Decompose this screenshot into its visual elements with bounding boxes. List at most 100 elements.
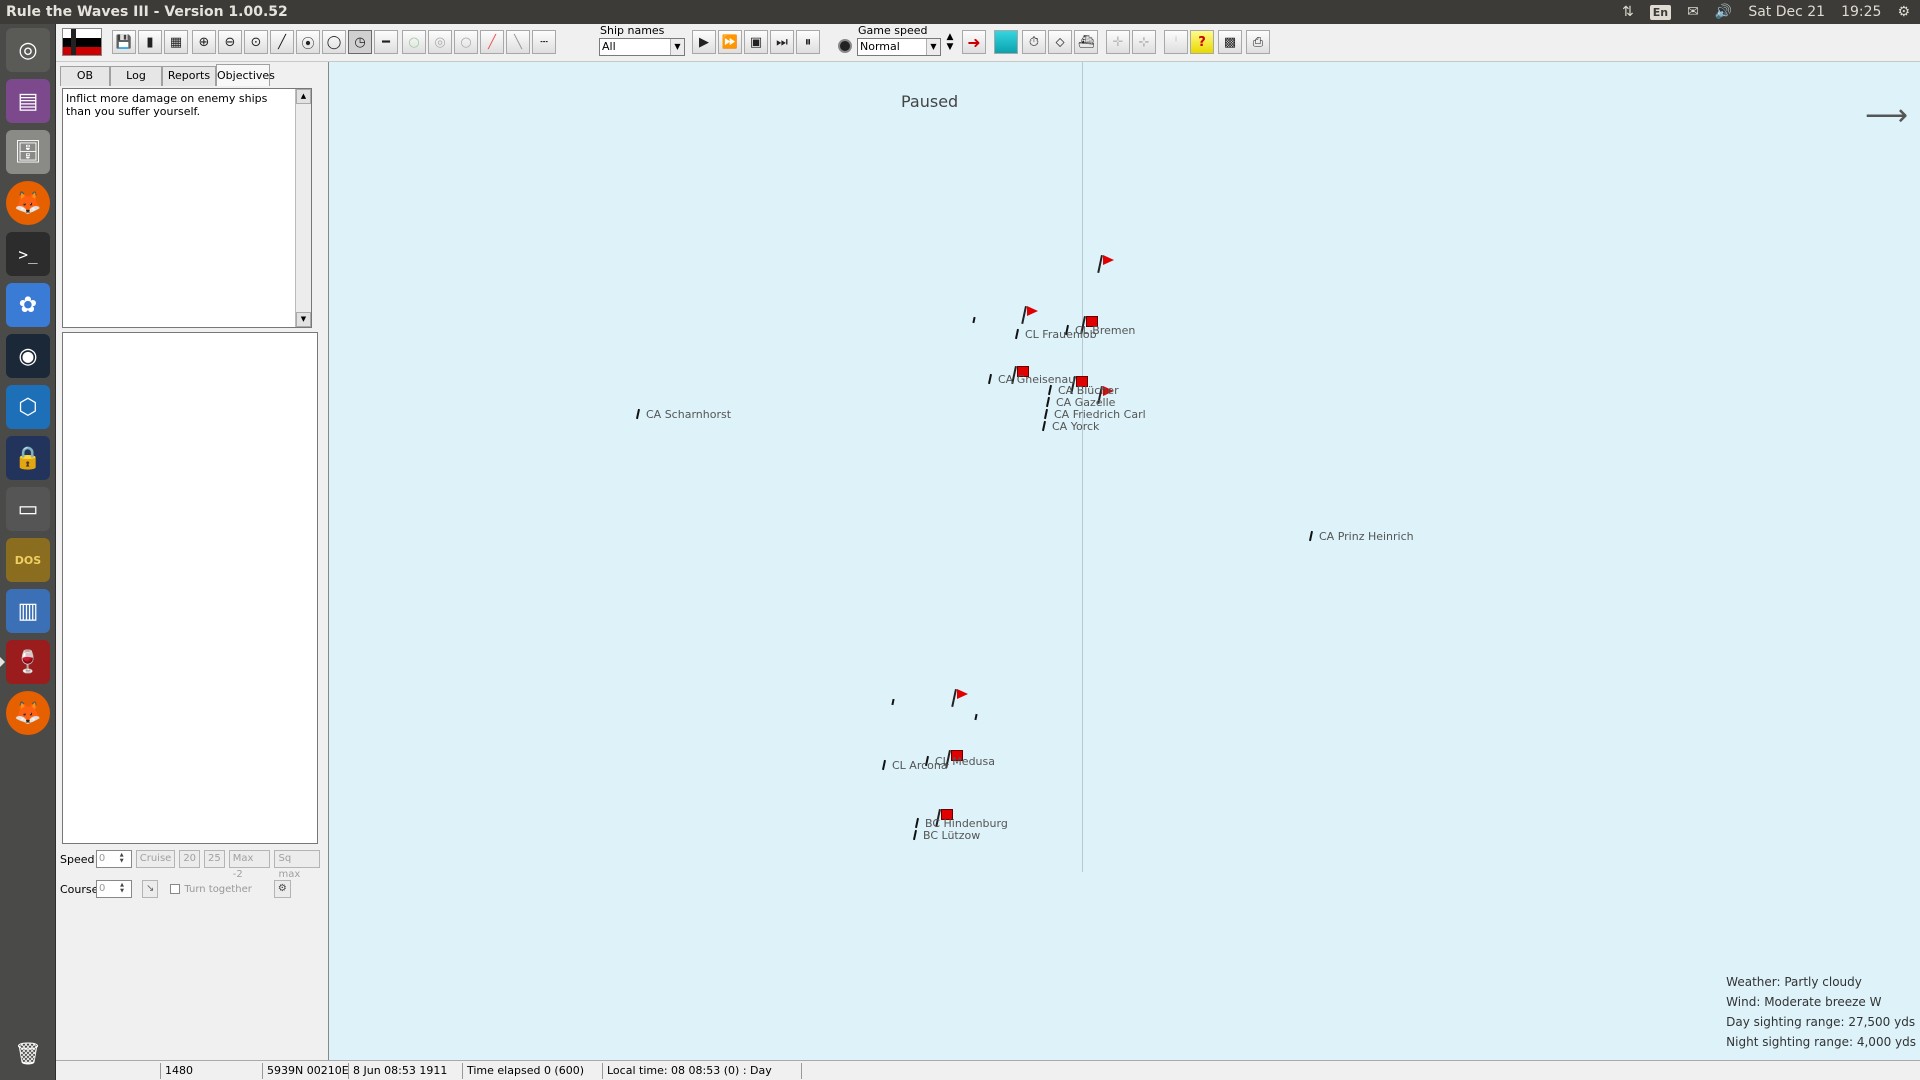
clock-date[interactable]: Sat Dec 21 [1748,4,1825,20]
speed-label: Speed [60,852,95,866]
damage-report-icon[interactable]: ▦ [164,30,188,54]
target-settings-icon[interactable]: ⊹ [1132,30,1156,54]
wine-icon[interactable]: 🍷 [0,640,50,684]
game-speed-label: Game speed [858,24,928,37]
firefox-alt-icon[interactable]: 🦊 [6,691,50,735]
workspace-switcher-icon[interactable]: ▤ [6,79,50,123]
eraser-icon[interactable]: ⬦ [1048,30,1072,54]
speed-cruise-button[interactable]: Cruise [135,850,176,868]
firefox-icon[interactable]: 🦊 [6,181,50,225]
system-top-panel: Rule the Waves III - Version 1.00.52 ⇅ E… [0,0,1920,24]
course-tool-icon[interactable]: ↘ [142,880,159,898]
mail-icon[interactable]: ✉ [1687,4,1699,20]
red-arrow-icon[interactable]: ➜ [962,30,986,54]
step-3-icon[interactable]: ▣ [744,30,768,54]
info-disabled-icon[interactable]: ⁱ [1164,30,1188,54]
dotted-line-icon[interactable]: ┄ [532,30,556,54]
save-icon[interactable]: 💾 [112,30,136,54]
stopwatch-icon[interactable]: ⏱ [1022,30,1046,54]
speed-sqmax-button[interactable]: Sq max [274,850,321,880]
range-circle-green-icon[interactable]: ○ [402,30,426,54]
app-window-icon[interactable]: ▭ [6,487,50,531]
time-elapsed: Time elapsed 0 (600) [462,1063,600,1079]
night-sighting-text: Night sighting range: 4,000 yds [1726,1035,1916,1049]
wind-text: Wind: Moderate breeze W [1726,995,1882,1009]
tab-ob[interactable]: OB [60,66,110,86]
turn-together-checkbox[interactable] [170,884,181,894]
game-window: 💾 ▮ ▦ ⊕ ⊖ ⊙ ╱ ⦿ ◯ ◷ ━ ○ ◎ ○ ╱ ╲ ┄ Ship n… [56,24,1920,1080]
objectives-scrollbar[interactable]: ▲ ▼ [295,89,311,327]
help-icon[interactable]: ? [1190,30,1214,54]
weather-text: Weather: Partly cloudy [1726,975,1862,989]
measure-line-icon[interactable]: ╱ [270,30,294,54]
speed-max2-button[interactable]: Max -2 [228,850,271,880]
gunnery-icon[interactable]: ⦿ [296,30,320,54]
panel-tabs: OB Log Reports Objectives [60,64,275,88]
course-settings-icon[interactable]: ⚙ [273,880,291,898]
record-icon[interactable] [838,39,852,53]
pause-icon[interactable]: ⏸ [796,30,820,54]
local-time: Local time: 08 08:53 (0) : Day [602,1063,802,1079]
zoom-in-icon[interactable]: ⊕ [192,30,216,54]
course-label: Course [60,882,99,896]
zoom-reset-icon[interactable]: ⊙ [244,30,268,54]
exit-door-icon[interactable]: ▮ [138,30,162,54]
ship-names-select[interactable]: All ▼ [599,38,685,56]
ship-names-label: Ship names [600,24,665,37]
tab-reports[interactable]: Reports [162,66,216,86]
shell-track-icon[interactable]: ╲ [506,30,530,54]
speed-25-button[interactable]: 25 [204,850,225,868]
speed-spinner-icon[interactable]: ▲ ▼ [944,32,956,54]
course-controls: Course 0 ↘ Turn together ⚙ [60,880,291,898]
files-icon[interactable]: 🗄 [6,130,50,174]
torpedo-track-icon[interactable]: ╱ [480,30,504,54]
wind-direction-arrow-icon: ⟶ [1864,98,1908,133]
range-circle-icon[interactable]: ◎ [428,30,452,54]
window-title: Rule the Waves III - Version 1.00.52 [6,4,288,20]
dash-home-icon[interactable]: ◎ [6,28,50,72]
network-icon[interactable]: ⇅ [1622,4,1634,20]
tab-log[interactable]: Log [110,66,162,86]
volume-icon[interactable]: 🔊 [1715,4,1732,20]
terminal-icon[interactable]: >_ [6,232,50,276]
ship-label: BC Lützow [923,829,981,842]
sea-view-icon[interactable] [994,30,1018,54]
settings-gear-icon[interactable]: ⚙ [1897,4,1910,20]
screenshot-icon[interactable]: ▩ [1218,30,1242,54]
print-icon[interactable]: ⎙ [1246,30,1270,54]
compass-icon[interactable]: ◯ [322,30,346,54]
speed-spinner[interactable]: 0 [95,850,132,868]
objectives-text-box: Inflict more damage on enemy ships than … [62,88,312,328]
turn-together-label: Turn together [184,883,252,895]
ship-silhouette-icon[interactable]: ⛴ [1074,30,1098,54]
nation-flag-icon[interactable] [62,28,102,56]
clock-time[interactable]: 19:25 [1841,4,1881,20]
course-spinner[interactable]: 0 [96,880,132,898]
virtualbox-icon[interactable]: ⬡ [6,385,50,429]
status-bar: 1480 5939N 00210E 8 Jun 08:53 1911 Time … [56,1060,1920,1080]
visibility-circle-icon[interactable]: ○ [454,30,478,54]
tab-objectives[interactable]: Objectives [216,64,275,86]
map-scale: 1480 [160,1063,260,1079]
steam-icon[interactable]: ◉ [6,334,50,378]
zoom-out-icon[interactable]: ⊖ [218,30,242,54]
text-editor-icon[interactable]: ▥ [6,589,50,633]
step-fast-icon[interactable]: ⏭ [770,30,794,54]
dosbox-icon[interactable]: DOS [6,538,50,582]
scroll-up-icon[interactable]: ▲ [296,89,311,104]
clock-icon[interactable]: ◷ [348,30,372,54]
speed-20-button[interactable]: 20 [179,850,201,868]
photos-icon[interactable]: ✿ [6,283,50,327]
game-speed-select[interactable]: Normal ▼ [857,38,941,56]
formation-line-icon[interactable]: ━ [374,30,398,54]
keyboard-language-indicator[interactable]: En [1649,4,1672,20]
chevron-down-icon: ▼ [926,39,940,55]
lock-icon[interactable]: 🔒 [6,436,50,480]
step-play-icon[interactable]: ▶ [692,30,716,54]
step-2-icon[interactable]: ⏩ [718,30,742,54]
trash-icon[interactable]: 🗑 [6,1032,50,1076]
battle-map[interactable]: Paused ⟶ CL Bremen CL Frauenlob CA Gneis… [328,62,1920,1060]
map-grid-line [1082,62,1083,872]
target-disabled-icon[interactable]: ✛ [1106,30,1130,54]
scroll-down-icon[interactable]: ▼ [296,312,311,327]
